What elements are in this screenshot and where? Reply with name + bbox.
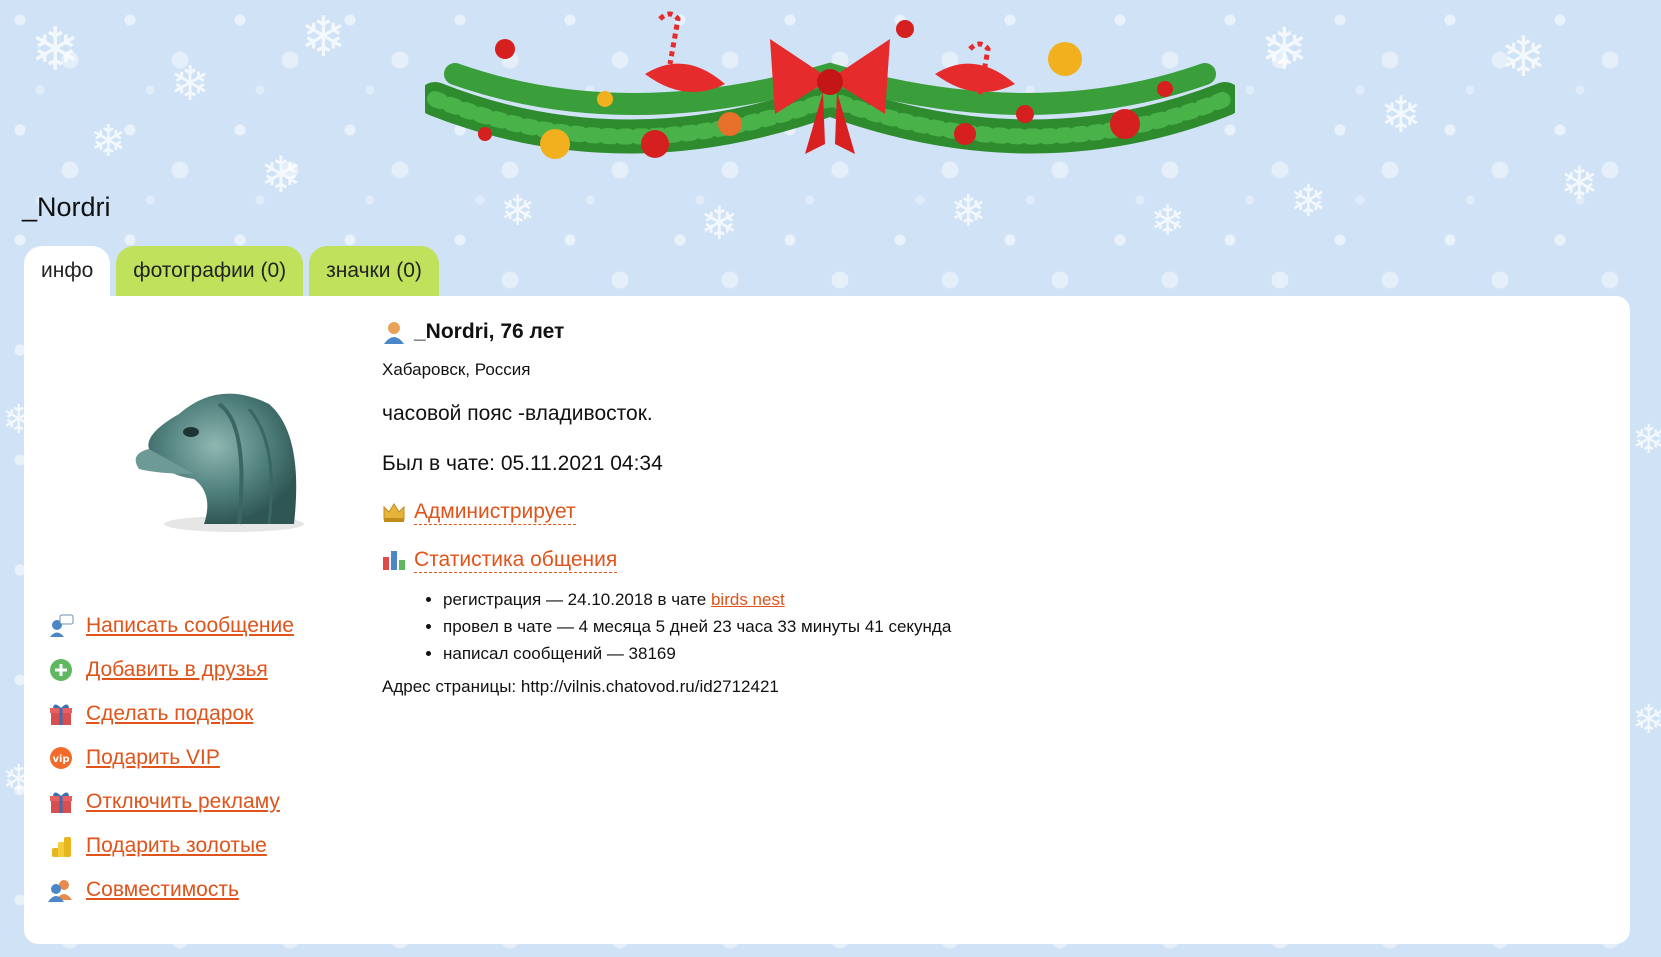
list-item: написал сообщений — 38169 [443, 640, 1602, 667]
svg-text:vip: vip [52, 754, 69, 765]
last-seen: Был в чате: 05.11.2021 04:34 [382, 452, 663, 475]
message-icon [48, 613, 74, 639]
profile-name-row: _Nordri, 76 лет [382, 318, 1602, 346]
snowflake-icon: ❄ [1290, 176, 1327, 227]
profile-info: _Nordri, 76 лет Хабаровск, Россия часово… [382, 318, 1602, 697]
coins-icon [48, 833, 74, 859]
snowflake-icon: ❄ [950, 186, 987, 237]
snowflake-icon: ❄ [1500, 25, 1547, 90]
gift-icon [48, 701, 74, 727]
snowflake-icon: ❄ [1150, 196, 1186, 245]
list-item: Написать сообщение [48, 604, 294, 648]
tab-badges[interactable]: значки (0) [309, 246, 439, 296]
disable-ads-link[interactable]: Отключить рекламу [86, 790, 280, 814]
snowflake-icon: ❄ [260, 146, 302, 204]
snowflake-icon: ❄ [90, 116, 127, 167]
profile-status: часовой пояс -владивосток. [382, 402, 653, 425]
user-icon [382, 320, 406, 344]
stats-list: регистрация — 24.10.2018 в чате birds ne… [382, 586, 1602, 667]
tab-info[interactable]: инфо [24, 246, 111, 296]
snowflake-icon: ❄ [170, 56, 211, 112]
christmas-garland-banner [425, 11, 1235, 159]
snowflake-icon: ❄ [1560, 156, 1599, 210]
bar-chart-icon [382, 549, 406, 571]
crown-icon [382, 501, 406, 523]
snowflake-icon: ❄ [1380, 86, 1422, 144]
admin-row: Администрирует [382, 498, 1602, 526]
profile-card: Написать сообщение Добавить в друзья Сде… [24, 296, 1630, 944]
administers-link[interactable]: Администрирует [414, 500, 576, 525]
avatar [135, 393, 304, 532]
snowflake-icon: ❄ [700, 196, 739, 250]
make-gift-link[interactable]: Сделать подарок [86, 702, 253, 726]
add-friend-link[interactable]: Добавить в друзья [86, 658, 268, 682]
chat-link-birds-nest[interactable]: birds nest [711, 590, 785, 609]
gift-icon [48, 789, 74, 815]
snowflake-icon: ❄ [300, 5, 347, 70]
action-list: Написать сообщение Добавить в друзья Сде… [48, 604, 294, 912]
profile-name-age: _Nordri, 76 лет [414, 320, 565, 343]
compatibility-link[interactable]: Совместимость [86, 878, 239, 902]
snowflake-icon: ❄ [30, 15, 81, 85]
snowflake-icon: ❄ [500, 186, 536, 235]
list-item: Подарить золотые [48, 824, 294, 868]
add-friend-icon [48, 657, 74, 683]
list-item: Добавить в друзья [48, 648, 294, 692]
snowflake-icon: ❄ [1632, 417, 1661, 463]
list-item: провел в чате — 4 месяца 5 дней 23 часа … [443, 613, 1602, 640]
profile-tabs: инфо фотографии (0) значки (0) [24, 246, 439, 296]
list-item: Сделать подарок [48, 692, 294, 736]
snowflake-icon: ❄ [1260, 15, 1309, 83]
list-item: регистрация — 24.10.2018 в чате birds ne… [443, 586, 1602, 613]
gift-gold-link[interactable]: Подарить золотые [86, 834, 267, 858]
page-title: _Nordri [22, 192, 111, 222]
vip-icon: vip [48, 745, 74, 771]
users-icon [48, 877, 74, 903]
snowflake-icon: ❄ [1632, 697, 1661, 743]
send-message-link[interactable]: Написать сообщение [86, 614, 294, 638]
stats-row: Статистика общения [382, 546, 1602, 574]
profile-location: Хабаровск, Россия [382, 360, 531, 379]
list-item: Отключить рекламу [48, 780, 294, 824]
gift-vip-link[interactable]: Подарить VIP [86, 746, 220, 770]
chat-stats-link[interactable]: Статистика общения [414, 548, 618, 573]
tab-photos[interactable]: фотографии (0) [116, 246, 304, 296]
page-address: Адрес страницы: http://vilnis.chatovod.r… [382, 677, 779, 696]
list-item: vip Подарить VIP [48, 736, 294, 780]
list-item: Совместимость [48, 868, 294, 912]
